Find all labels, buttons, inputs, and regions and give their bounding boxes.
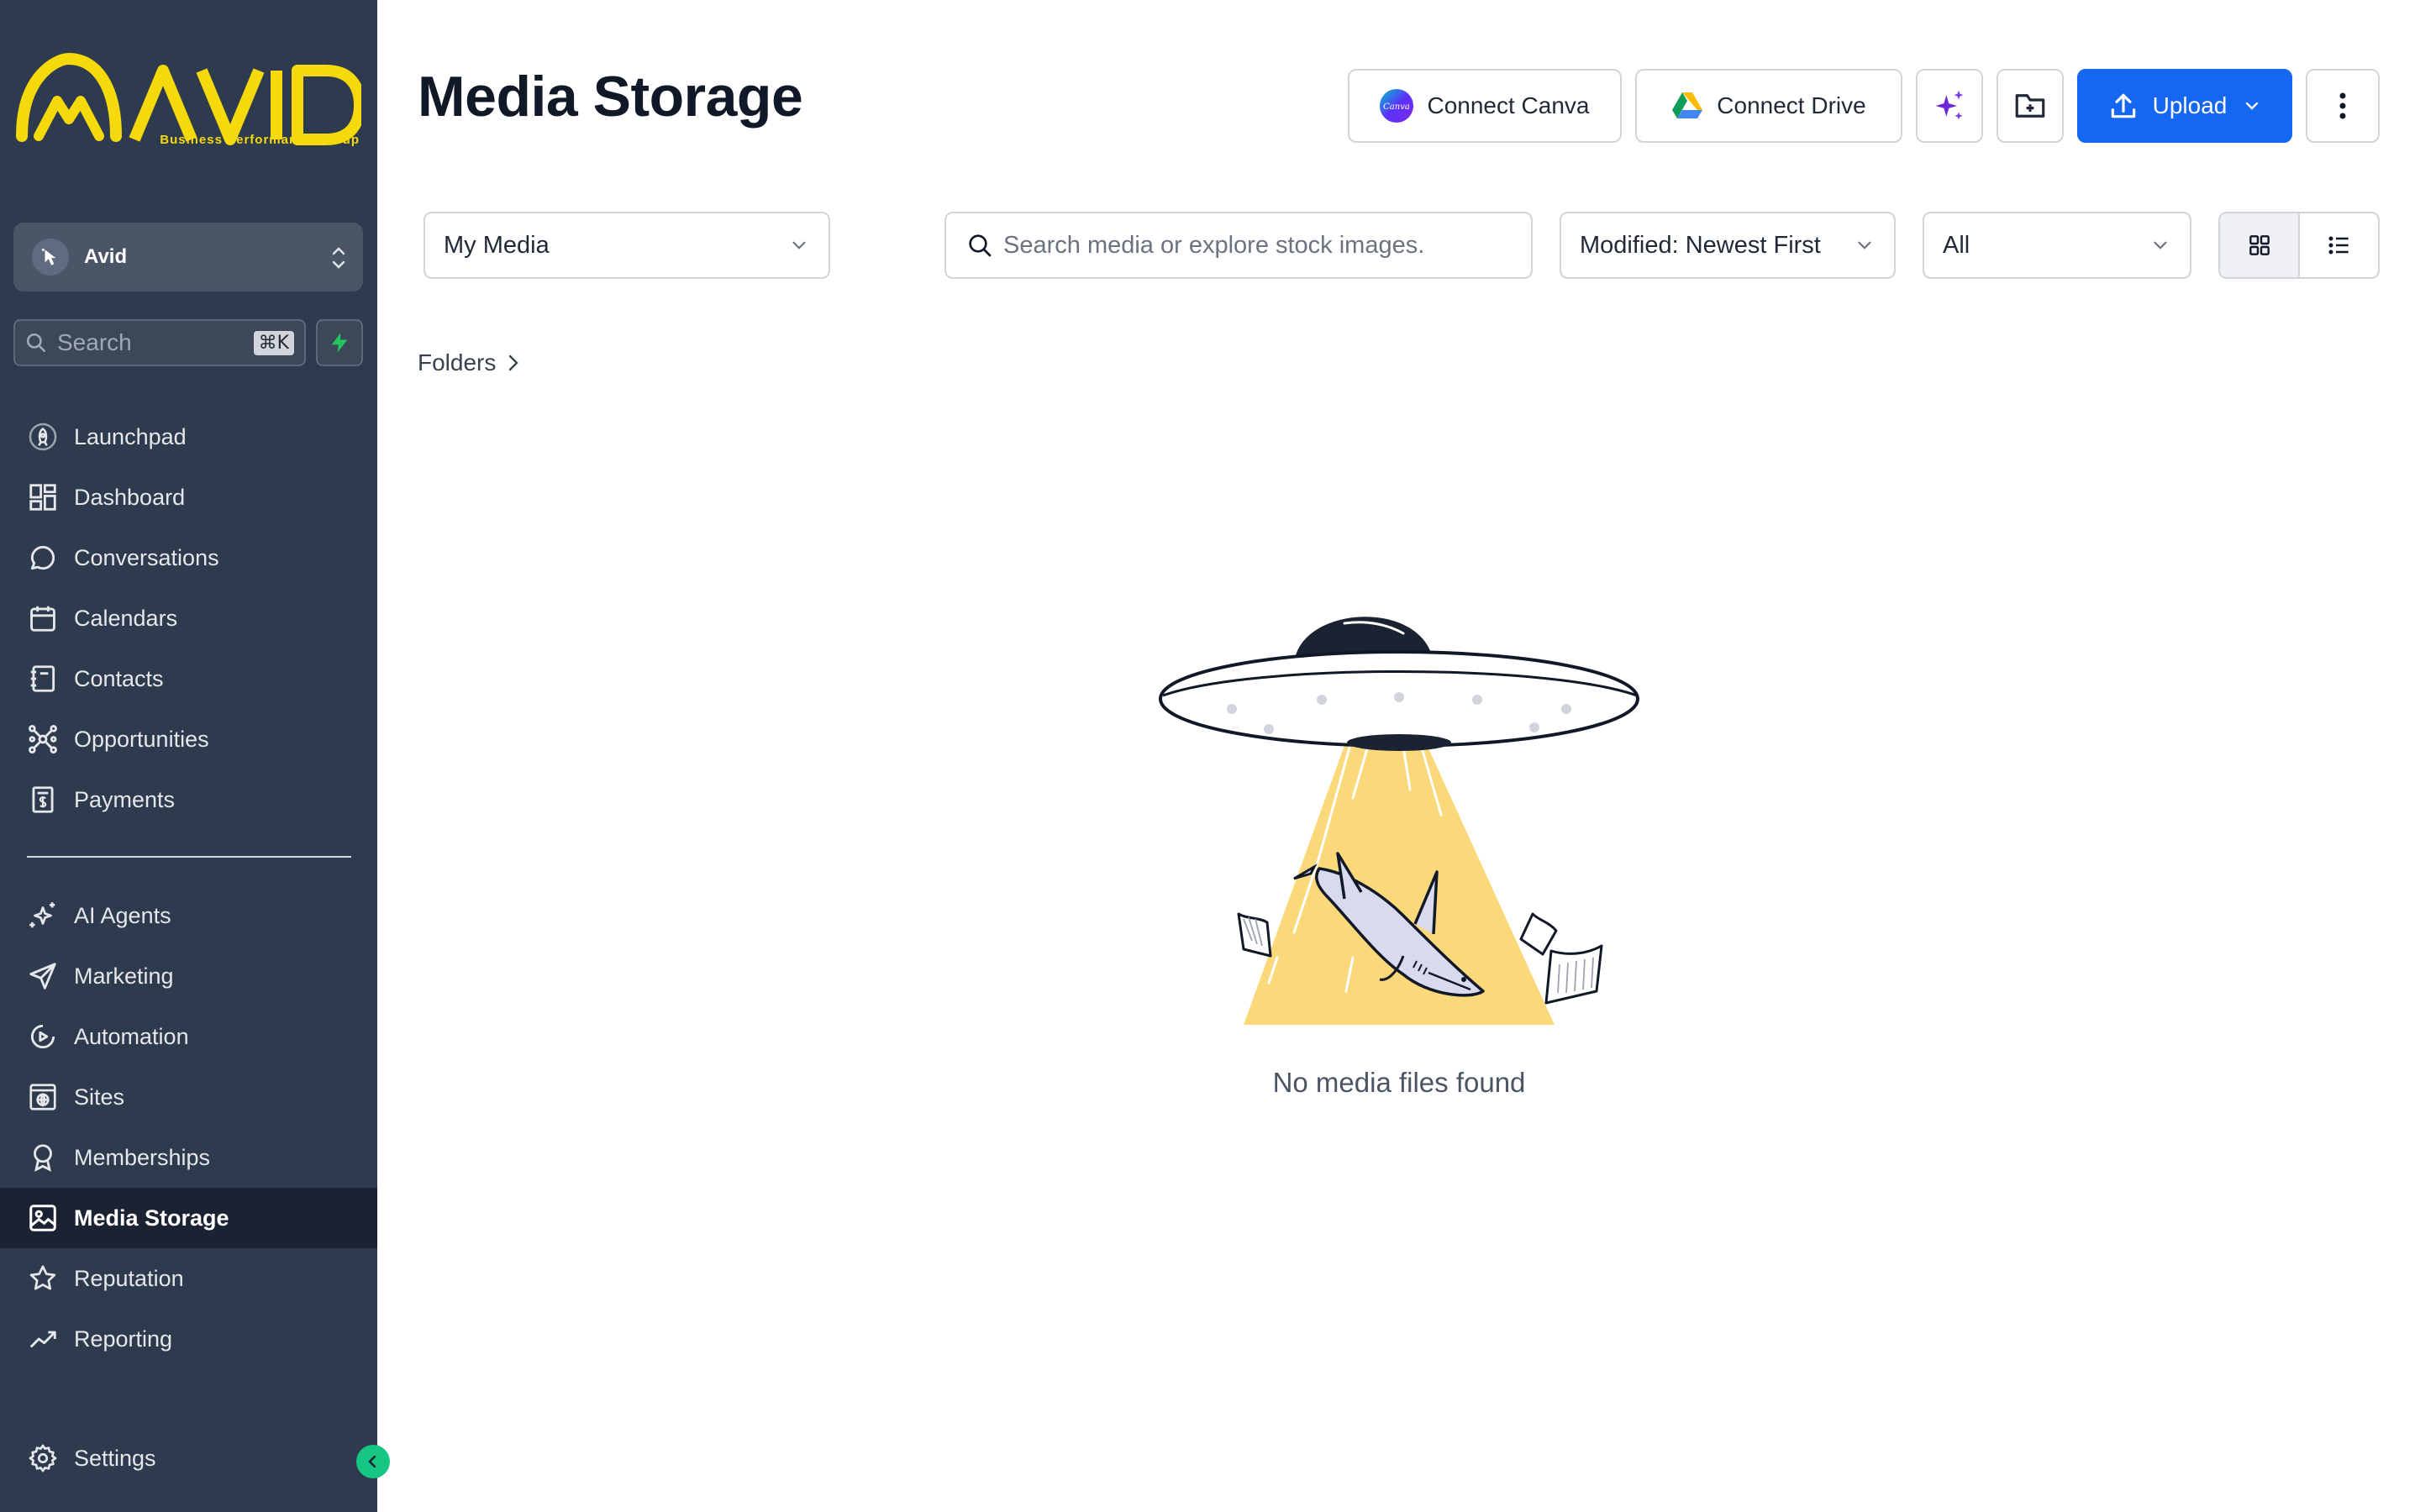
library-select[interactable]: My Media <box>424 212 830 279</box>
canva-badge: Canva <box>1384 102 1411 112</box>
sidebar-item-launchpad[interactable]: Launchpad <box>0 407 377 467</box>
chevron-down-icon <box>792 241 806 249</box>
grid-icon <box>29 484 56 511</box>
globe-window-icon <box>29 1084 56 1110</box>
award-icon <box>34 1144 52 1172</box>
avid-logo[interactable]: Business Performance Group <box>15 52 366 153</box>
empty-state-message: No media files found <box>1272 1067 1526 1098</box>
sidebar-item-sites[interactable]: Sites <box>0 1067 377 1127</box>
sidebar-item-reputation[interactable]: Reputation <box>0 1248 377 1309</box>
grid-view-button[interactable] <box>2220 213 2300 277</box>
sidebar-item-payments[interactable]: Payments <box>0 769 377 830</box>
sidebar-item-marketing[interactable]: Marketing <box>0 946 377 1006</box>
paper-plane-icon <box>29 963 56 990</box>
sidebar-nav-primary: Launchpad Dashboard Conversations Calend… <box>0 407 377 830</box>
connect-canva-label: Connect Canva <box>1427 92 1590 118</box>
folders-label: Folders <box>418 349 497 375</box>
logo-tagline: Business Performance Group <box>160 133 360 147</box>
chevron-down-icon <box>2246 102 2259 110</box>
media-search-placeholder: Search media or explore stock images. <box>1003 231 1425 259</box>
sidebar-item-contacts[interactable]: Contacts <box>0 648 377 709</box>
library-select-value: My Media <box>444 231 550 259</box>
quick-actions-button[interactable] <box>316 319 363 366</box>
sidebar-item-calendars[interactable]: Calendars <box>0 588 377 648</box>
sidebar-item-dashboard[interactable]: Dashboard <box>0 467 377 528</box>
chat-bubble-icon <box>30 545 55 570</box>
account-avatar <box>32 239 69 276</box>
list-view-icon <box>2328 236 2349 255</box>
upload-button[interactable]: Upload <box>2077 69 2292 143</box>
sidebar-nav-secondary: AI Agents Marketing Automation Sites Mem… <box>0 885 377 1369</box>
type-filter-value: All <box>1943 231 1970 259</box>
sort-select[interactable]: Modified: Newest First <box>1560 212 1896 279</box>
trend-line-icon <box>29 1331 56 1348</box>
type-filter-select[interactable]: All <box>1923 212 2191 279</box>
calendar-icon <box>30 606 55 632</box>
sidebar-item-settings[interactable]: Settings <box>0 1428 377 1488</box>
folders-breadcrumb[interactable]: Folders <box>418 349 523 376</box>
connect-canva-button[interactable]: Canva Connect Canva <box>1348 69 1622 143</box>
chevron-left-icon <box>368 1455 376 1468</box>
connect-drive-label: Connect Drive <box>1717 92 1866 118</box>
more-vertical-icon <box>2339 92 2346 119</box>
sparkle-icon <box>29 902 55 928</box>
sidebar-item-automation[interactable]: Automation <box>0 1006 377 1067</box>
contact-book-icon <box>30 665 55 692</box>
search-shortcut-badge: ⌘K <box>253 330 294 355</box>
sparkles-icon <box>1935 90 1964 120</box>
folder-plus-icon <box>2015 94 2045 118</box>
sort-select-value: Modified: Newest First <box>1580 231 1821 259</box>
chevron-up-down-icon <box>332 247 345 269</box>
media-search-input[interactable]: Search media or explore stock images. <box>944 212 1533 279</box>
sidebar-divider <box>27 856 351 858</box>
sidebar-item-ai-agents[interactable]: AI Agents <box>0 885 377 946</box>
new-folder-button[interactable] <box>1996 69 2064 143</box>
canva-icon: Canva <box>1380 89 1414 123</box>
play-circle-icon <box>30 1024 55 1049</box>
account-name: Avid <box>84 245 128 268</box>
account-switcher[interactable]: Avid <box>13 223 363 291</box>
sidebar-item-memberships[interactable]: Memberships <box>0 1127 377 1188</box>
upload-icon <box>2111 93 2135 118</box>
view-mode-toggle <box>2218 212 2380 279</box>
google-drive-icon <box>1672 92 1703 118</box>
star-icon <box>29 1265 56 1290</box>
upload-label: Upload <box>2152 92 2228 118</box>
rocket-icon <box>29 423 57 451</box>
sidebar-search-placeholder: Search <box>57 329 132 355</box>
search-icon <box>969 234 992 257</box>
sidebar-item-media-storage[interactable]: Media Storage <box>0 1188 377 1248</box>
sidebar-item-reporting[interactable]: Reporting <box>0 1309 377 1369</box>
sidebar-search[interactable]: Search ⌘K <box>13 319 306 366</box>
chevron-right-icon <box>509 354 519 371</box>
grid-view-icon <box>2249 235 2270 255</box>
sidebar: Business Performance Group Avid Search ⌘… <box>0 0 377 1512</box>
sidebar-item-conversations[interactable]: Conversations <box>0 528 377 588</box>
search-icon <box>26 333 46 353</box>
ai-generate-button[interactable] <box>1916 69 1983 143</box>
collapse-sidebar-button[interactable] <box>356 1445 390 1478</box>
list-view-button[interactable] <box>2300 213 2378 277</box>
gear-icon <box>29 1444 57 1473</box>
network-icon <box>29 725 57 753</box>
more-options-button[interactable] <box>2306 69 2380 143</box>
chevron-down-icon <box>1858 241 1871 249</box>
sidebar-nav-footer: Settings <box>0 1428 377 1488</box>
chevron-down-icon <box>2154 241 2167 249</box>
connect-drive-button[interactable]: Connect Drive <box>1635 69 1902 143</box>
lightning-icon <box>331 333 348 353</box>
image-icon <box>29 1205 56 1231</box>
invoice-dollar-icon <box>32 786 54 813</box>
sidebar-item-opportunities[interactable]: Opportunities <box>0 709 377 769</box>
page-title: Media Storage <box>418 65 803 129</box>
ufo-shark-illustration <box>1159 617 1639 1025</box>
